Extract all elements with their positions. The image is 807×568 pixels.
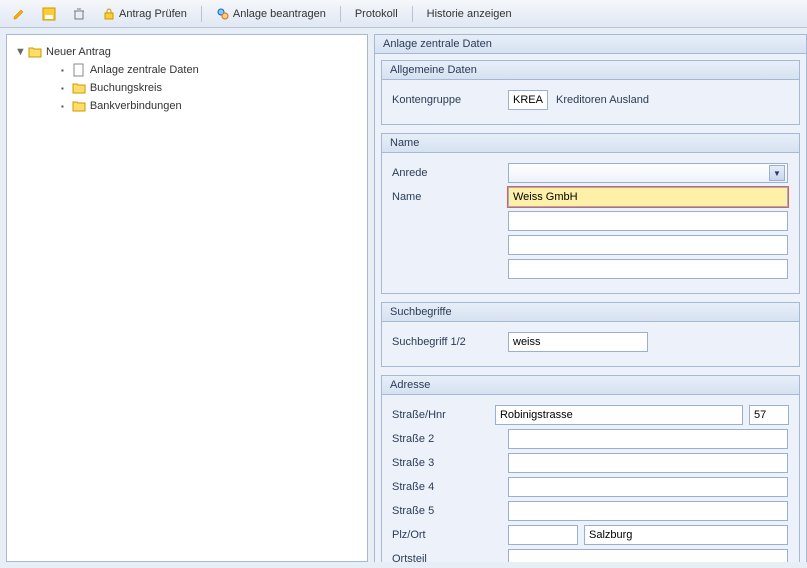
tree-root[interactable]: ▼ Neuer Antrag: [11, 43, 363, 61]
group-adresse: Adresse Straße/Hnr Straße 2 Straße 3: [381, 375, 800, 562]
group-title: Suchbegriffe: [382, 303, 799, 322]
panel-anlage-zentrale-daten: Anlage zentrale Daten Allgemeine Daten K…: [374, 34, 807, 562]
tree-item-label: Bankverbindungen: [90, 100, 182, 112]
strasse2-label: Straße 2: [392, 433, 502, 445]
historie-button[interactable]: Historie anzeigen: [421, 6, 518, 22]
strasse-input[interactable]: [495, 405, 743, 425]
group-title: Allgemeine Daten: [382, 61, 799, 80]
group-name: Name Anrede ▼ Name: [381, 133, 800, 294]
strasse3-input[interactable]: [508, 453, 788, 473]
save-button[interactable]: [36, 5, 62, 23]
plzort-label: Plz/Ort: [392, 529, 502, 541]
bullet-icon: ▪: [61, 102, 64, 111]
main-area: ▼ Neuer Antrag ▪ Anlage zentrale Daten ▪…: [0, 28, 807, 568]
kontengruppe-label: Kontengruppe: [392, 94, 502, 106]
strasse5-input[interactable]: [508, 501, 788, 521]
strasse-label: Straße/Hnr: [392, 409, 489, 421]
strasse5-label: Straße 5: [392, 505, 502, 517]
protokoll-button[interactable]: Protokoll: [349, 6, 404, 22]
toolbar-separator: [340, 6, 341, 22]
pencil-icon: [12, 7, 26, 21]
group-allgemeine-daten: Allgemeine Daten Kontengruppe Kreditoren…: [381, 60, 800, 125]
name3-input[interactable]: [508, 235, 788, 255]
bullet-icon: ▪: [61, 84, 64, 93]
document-icon: [72, 63, 86, 77]
navigation-tree: ▼ Neuer Antrag ▪ Anlage zentrale Daten ▪…: [6, 34, 368, 562]
ortsteil-label: Ortsteil: [392, 553, 502, 562]
name4-input[interactable]: [508, 259, 788, 279]
antrag-pruefen-label: Antrag Prüfen: [119, 8, 187, 20]
antrag-pruefen-button[interactable]: Antrag Prüfen: [96, 5, 193, 23]
protokoll-label: Protokoll: [355, 8, 398, 20]
save-icon: [42, 7, 56, 21]
toolbar-separator: [201, 6, 202, 22]
name-input[interactable]: [508, 187, 788, 207]
hnr-input[interactable]: [749, 405, 789, 425]
tree-root-label: Neuer Antrag: [46, 46, 111, 58]
bullet-icon: ▪: [61, 66, 64, 75]
folder-open-icon: [28, 45, 42, 59]
edit-button[interactable]: [6, 5, 32, 23]
chevron-down-icon: ▼: [769, 165, 785, 181]
toolbar: Antrag Prüfen Anlage beantragen Protokol…: [0, 0, 807, 28]
suchbegriff-label: Suchbegriff 1/2: [392, 336, 502, 348]
trash-icon: [72, 7, 86, 21]
delete-button[interactable]: [66, 5, 92, 23]
group-title: Name: [382, 134, 799, 153]
name-label: Name: [392, 191, 502, 203]
lock-check-icon: [102, 7, 116, 21]
name2-input[interactable]: [508, 211, 788, 231]
strasse4-label: Straße 4: [392, 481, 502, 493]
kontengruppe-code-input[interactable]: [508, 90, 548, 110]
tree-item-buchungskreis[interactable]: ▪ Buchungskreis: [37, 79, 363, 97]
group-title: Adresse: [382, 376, 799, 395]
collapse-icon[interactable]: ▼: [15, 46, 24, 58]
tree-item-zentrale-daten[interactable]: ▪ Anlage zentrale Daten: [37, 61, 363, 79]
toolbar-separator: [412, 6, 413, 22]
group-suchbegriffe: Suchbegriffe Suchbegriff 1/2: [381, 302, 800, 367]
suchbegriff-input[interactable]: [508, 332, 648, 352]
ortsteil-input[interactable]: [508, 549, 788, 562]
folder-icon: [72, 99, 86, 113]
plz-input[interactable]: [508, 525, 578, 545]
anrede-select[interactable]: ▼: [508, 163, 788, 183]
panel-title: Anlage zentrale Daten: [375, 35, 806, 54]
request-icon: [216, 7, 230, 21]
historie-label: Historie anzeigen: [427, 8, 512, 20]
strasse4-input[interactable]: [508, 477, 788, 497]
strasse2-input[interactable]: [508, 429, 788, 449]
tree-item-bankverbindungen[interactable]: ▪ Bankverbindungen: [37, 97, 363, 115]
strasse3-label: Straße 3: [392, 457, 502, 469]
anlage-beantragen-label: Anlage beantragen: [233, 8, 326, 20]
form-pane: Anlage zentrale Daten Allgemeine Daten K…: [374, 34, 807, 562]
folder-icon: [72, 81, 86, 95]
ort-input[interactable]: [584, 525, 788, 545]
kontengruppe-text: Kreditoren Ausland: [554, 94, 649, 106]
tree-item-label: Buchungskreis: [90, 82, 162, 94]
anlage-beantragen-button[interactable]: Anlage beantragen: [210, 5, 332, 23]
anrede-label: Anrede: [392, 167, 502, 179]
tree-item-label: Anlage zentrale Daten: [90, 64, 199, 76]
